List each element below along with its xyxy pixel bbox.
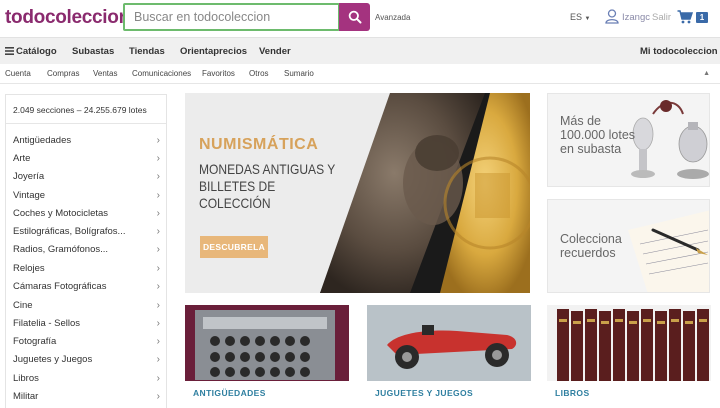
subnav-otros[interactable]: Otros <box>249 69 269 78</box>
category-item[interactable]: Vintage › <box>13 190 163 207</box>
category-label: Radios, Gramófonos... <box>13 244 109 255</box>
cart-count-badge: 1 <box>696 12 708 23</box>
site-logo[interactable]: todocoleccion <box>5 7 130 29</box>
subnav-ventas[interactable]: Ventas <box>93 69 117 78</box>
chevron-right-icon: › <box>156 190 160 201</box>
category-label: Cine <box>13 300 33 311</box>
category-sidebar: 2.049 secciones – 24.255.679 lotes Antig… <box>5 94 167 408</box>
cash-register-image <box>185 305 349 381</box>
chevron-right-icon: › <box>156 263 160 274</box>
language-selector[interactable]: ES ▼ <box>570 12 590 22</box>
search-box <box>123 3 340 31</box>
search-button[interactable] <box>339 3 370 31</box>
category-label: Coches y Motocicletas <box>13 208 109 219</box>
banner-title: NUMISMÁTICA <box>199 136 319 153</box>
category-label: Estilográficas, Bolígrafos... <box>13 226 126 237</box>
username[interactable]: Izangc <box>622 12 650 23</box>
chevron-right-icon: › <box>156 354 160 365</box>
category-item[interactable]: Relojes › <box>13 263 163 280</box>
card-label: LIBROS <box>555 388 590 398</box>
category-item[interactable]: Estilográficas, Bolígrafos... › <box>13 226 163 243</box>
cart-icon[interactable] <box>677 10 693 24</box>
subnav-compras[interactable]: Compras <box>47 69 79 78</box>
category-item[interactable]: Radios, Gramófonos... › <box>13 244 163 261</box>
chevron-right-icon: › <box>156 153 160 164</box>
nav-catalogo[interactable]: Catálogo <box>5 46 57 57</box>
chevron-up-icon[interactable]: ▲ <box>703 70 710 77</box>
category-label: Juguetes y Juegos <box>13 354 93 365</box>
chevron-right-icon: › <box>156 373 160 384</box>
nav-label: Catálogo <box>16 46 57 57</box>
chevron-right-icon: › <box>156 135 160 146</box>
nav-vender[interactable]: Vender <box>259 46 291 57</box>
caret-down-icon: ▼ <box>584 16 591 22</box>
account-subnav: Cuenta Compras Ventas Comunicaciones Fav… <box>0 64 720 84</box>
user-icon[interactable] <box>605 9 619 24</box>
category-item[interactable]: Cine › <box>13 300 163 317</box>
chevron-right-icon: › <box>156 171 160 182</box>
category-label: Fotografía <box>13 336 57 347</box>
divider <box>6 123 166 124</box>
category-item[interactable]: Libros › <box>13 373 163 390</box>
category-card-juguetes[interactable]: JUGUETES Y JUEGOS <box>367 305 531 405</box>
promo-text: Más de 100.000 lotes en subasta <box>560 114 636 156</box>
nav-orientaprecios[interactable]: Orientaprecios <box>180 46 247 57</box>
search-input[interactable] <box>125 5 338 29</box>
subnav-favoritos[interactable]: Favoritos <box>202 69 235 78</box>
main-nav: Catálogo Subastas Tiendas Orientaprecios… <box>0 37 720 64</box>
search-icon <box>348 10 361 24</box>
chevron-right-icon: › <box>156 281 160 292</box>
nav-tiendas[interactable]: Tiendas <box>129 46 165 57</box>
chevron-right-icon: › <box>156 391 160 402</box>
auction-promo[interactable]: Más de 100.000 lotes en subasta <box>547 93 710 187</box>
category-label: Filatelia - Sellos <box>13 318 81 329</box>
chevron-right-icon: › <box>156 318 160 329</box>
category-item[interactable]: Militar › <box>13 391 163 408</box>
category-item[interactable]: Filatelia - Sellos › <box>13 318 163 335</box>
chevron-right-icon: › <box>156 300 160 311</box>
chevron-right-icon: › <box>156 208 160 219</box>
logout-link[interactable]: Salir <box>652 12 671 23</box>
chevron-right-icon: › <box>156 244 160 255</box>
category-item[interactable]: Antigüedades › <box>13 135 163 152</box>
promo-text: Colecciona recuerdos <box>560 232 622 260</box>
category-item[interactable]: Cámaras Fotográficas › <box>13 281 163 298</box>
category-item[interactable]: Coches y Motocicletas › <box>13 208 163 225</box>
category-label: Vintage <box>13 190 46 201</box>
chevron-right-icon: › <box>156 336 160 347</box>
category-item[interactable]: Fotografía › <box>13 336 163 353</box>
nav-subastas[interactable]: Subastas <box>72 46 114 57</box>
category-label: Joyería <box>13 171 45 182</box>
nav-mi-todocoleccion[interactable]: Mi todocoleccion <box>640 46 718 57</box>
category-label: Arte <box>13 153 31 164</box>
banner-subtitle: MONEDAS ANTIGUAS Y BILLETES DE COLECCIÓN <box>199 161 336 211</box>
hero-banner[interactable]: NUMISMÁTICA MONEDAS ANTIGUAS Y BILLETES … <box>185 93 530 293</box>
sections-count: 2.049 secciones – 24.255.679 lotes <box>13 105 147 115</box>
category-item[interactable]: Arte › <box>13 153 163 170</box>
card-label: ANTIGÜEDADES <box>193 388 266 398</box>
category-label: Militar <box>13 391 39 402</box>
header: todocoleccion Avanzada ES ▼ Izangc Salir… <box>0 0 720 36</box>
category-item[interactable]: Joyería › <box>13 171 163 188</box>
subnav-comunicaciones[interactable]: Comunicaciones <box>132 69 191 78</box>
category-card-antiguedades[interactable]: ANTIGÜEDADES <box>185 305 349 405</box>
language-label: ES <box>570 12 583 22</box>
chevron-right-icon: › <box>156 226 160 237</box>
category-label: Cámaras Fotográficas <box>13 281 107 292</box>
card-label: JUGUETES Y JUEGOS <box>375 388 474 398</box>
menu-icon <box>5 47 14 55</box>
books-image <box>547 305 711 381</box>
advanced-search-link[interactable]: Avanzada <box>375 13 410 22</box>
category-label: Relojes <box>13 263 45 274</box>
discover-button[interactable]: DESCUBRELA <box>200 236 268 258</box>
toy-car-image <box>367 305 531 381</box>
category-card-libros[interactable]: LIBROS <box>547 305 711 405</box>
subnav-cuenta[interactable]: Cuenta <box>5 69 31 78</box>
memories-promo[interactable]: Colecciona recuerdos <box>547 199 710 293</box>
category-item[interactable]: Juguetes y Juegos › <box>13 354 163 371</box>
category-label: Libros <box>13 373 39 384</box>
category-label: Antigüedades <box>13 135 72 146</box>
subnav-sumario[interactable]: Sumario <box>284 69 314 78</box>
